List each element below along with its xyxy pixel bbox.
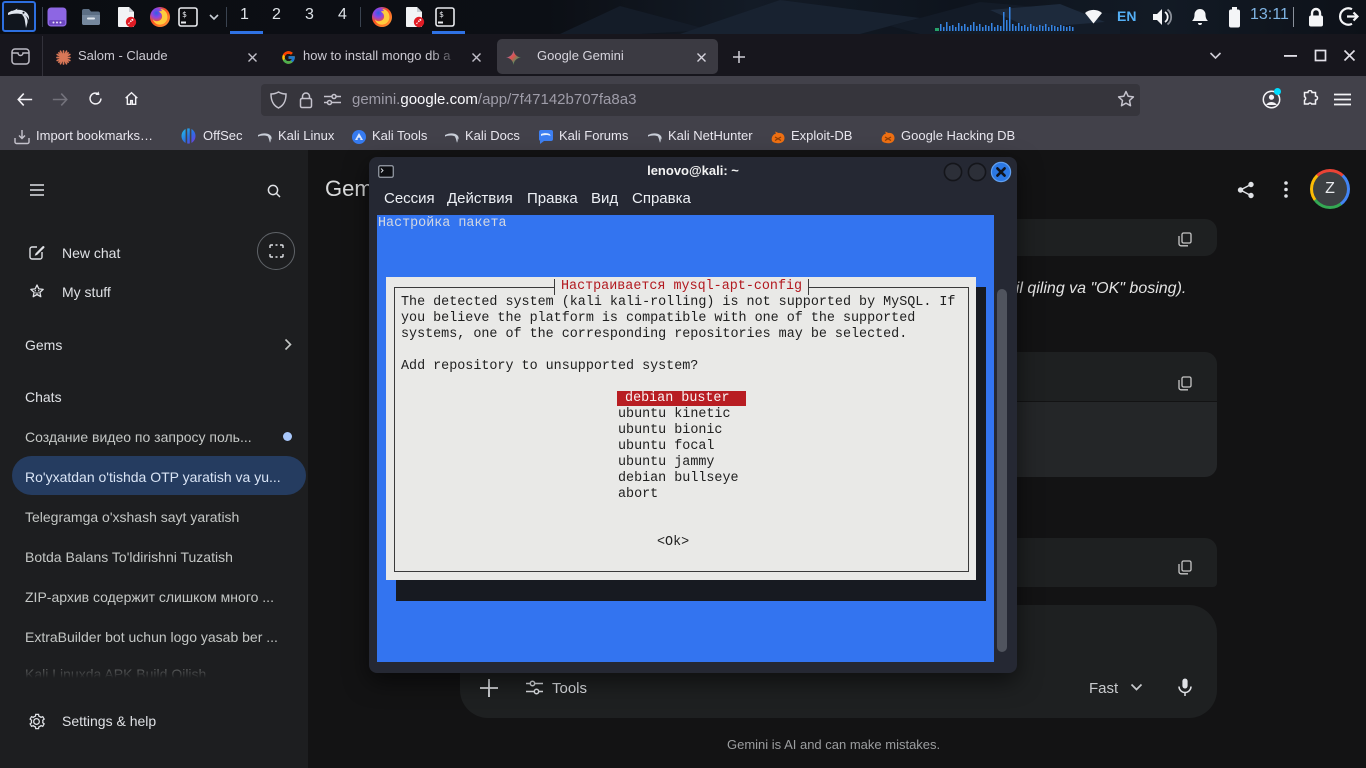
svg-text:$: $ — [439, 10, 444, 19]
svg-text:$: $ — [182, 10, 187, 19]
